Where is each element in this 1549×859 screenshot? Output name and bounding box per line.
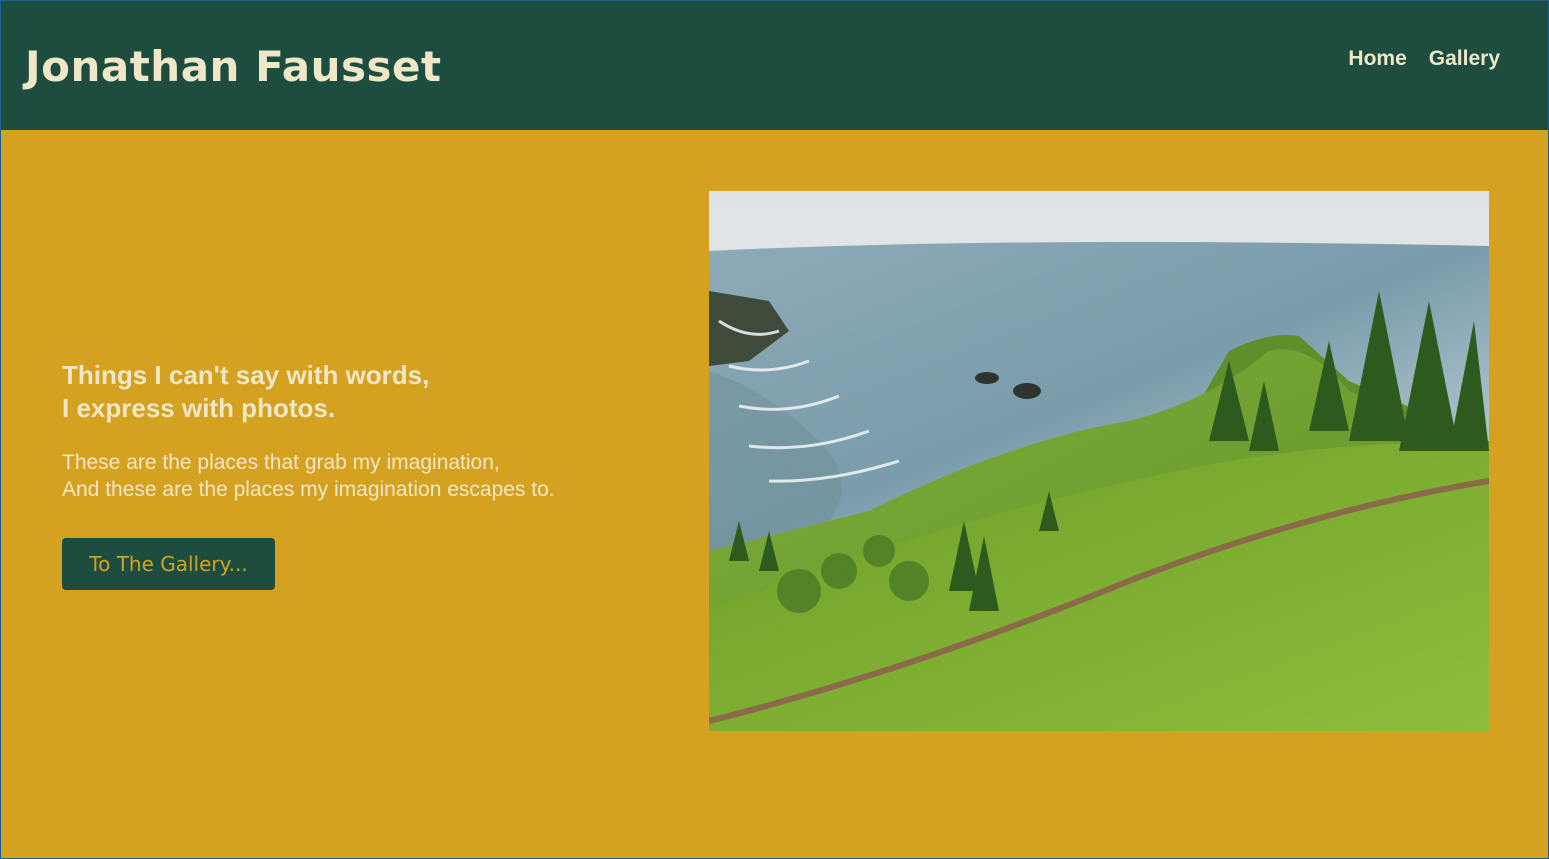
nav-home-link[interactable]: Home — [1348, 45, 1406, 73]
hero-subtext-line-1: These are the places that grab my imagin… — [62, 451, 500, 474]
page: Jonathan Fausset Home Gallery Things I c… — [0, 0, 1549, 859]
hero-headline: Things I can't say with words, I express… — [62, 359, 662, 425]
nav-gallery-link[interactable]: Gallery — [1429, 45, 1500, 73]
hero-headline-line-2: I express with photos. — [62, 393, 336, 423]
hero-subtext-line-2: And these are the places my imagination … — [62, 478, 555, 501]
landscape-photo-image — [709, 191, 1489, 731]
hero-text: Things I can't say with words, I express… — [62, 359, 662, 503]
site-title[interactable]: Jonathan Fausset — [25, 39, 442, 95]
hero-photo — [709, 191, 1489, 731]
to-gallery-button[interactable]: To The Gallery... — [62, 538, 275, 590]
site-header: Jonathan Fausset Home Gallery — [1, 1, 1548, 130]
main-nav: Home Gallery — [1348, 45, 1500, 73]
hero-headline-line-1: Things I can't say with words, — [62, 360, 430, 390]
hero-subtext: These are the places that grab my imagin… — [62, 449, 662, 503]
